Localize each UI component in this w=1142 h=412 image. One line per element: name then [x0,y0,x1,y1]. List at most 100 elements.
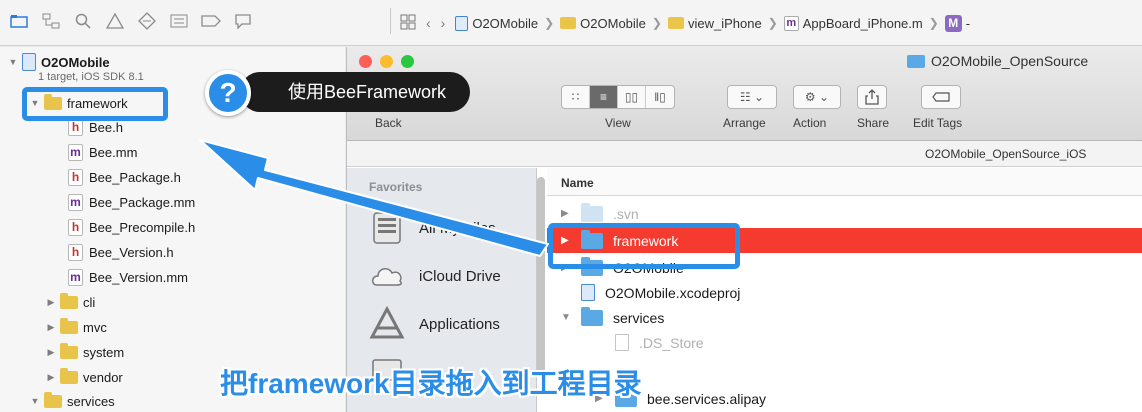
disclosure-open-icon[interactable]: ▼ [8,57,18,67]
folder-icon [581,306,603,326]
sidebar-scrollbar[interactable] [537,177,545,377]
tree-item-label: Bee_Version.mm [89,269,188,285]
disclosure-closed-icon[interactable]: ▶ [46,322,56,333]
jumpbar-item-file[interactable]: m AppBoard_iPhone.m [783,15,923,31]
close-icon[interactable] [359,55,372,68]
tree-item-file[interactable]: h Bee_Package.h [68,166,181,188]
project-name: O2OMobile [41,54,110,70]
disclosure-closed-icon[interactable]: ▶ [46,297,56,308]
disclosure-closed-icon[interactable]: ▶ [46,372,56,383]
back-label[interactable]: Back [375,116,402,130]
list-view-icon[interactable]: ≡ [590,86,618,108]
jumpbar-item-folder[interactable]: view_iPhone [667,15,762,31]
tree-item-folder[interactable]: ▶ vendor [46,366,123,388]
folder-icon [581,202,603,222]
jumpbar-label: view_iPhone [687,15,762,31]
tree-item-folder[interactable]: ▶ mvc [46,316,107,338]
project-subtitle: 1 target, iOS SDK 8.1 [38,71,144,83]
all-files-icon [373,212,401,244]
tree-item-label: Bee_Package.h [89,169,181,185]
tree-item-label: Bee_Version.h [89,244,174,260]
warning-icon[interactable] [104,10,126,32]
question-icon: ? [205,70,251,116]
tree-item-label: system [83,344,125,360]
tree-item-label: Bee_Package.mm [89,194,196,210]
finder-framework-highlight [548,223,740,269]
icon-view-icon[interactable]: ∷ [562,86,590,108]
disclosure-closed-icon[interactable]: ▶ [46,347,56,358]
column-header-name[interactable]: Name [547,168,1142,196]
navigator-selector [8,10,254,32]
tree-item-label: services [67,393,115,409]
h-file-icon: h [68,118,83,136]
jumpbar-item-project[interactable]: O2OMobile [455,15,538,31]
jumpbar-label: O2OMobile [580,15,646,31]
xcode-toolbar: ‹ › O2OMobile ❯ O2OMobile ❯ view_iPhone … [0,0,1142,46]
path-bar: O2OMobile_OpenSource_iOS [347,141,1142,167]
chevron-right-icon: ❯ [928,16,939,30]
test-icon[interactable] [136,10,158,32]
list-item[interactable]: .DS_Store [547,330,1142,355]
hierarchy-icon[interactable] [40,10,62,32]
document-icon [615,334,629,351]
view-mode-segmented[interactable]: ∷ ≡ ▯▯ ‖▯ [561,85,675,109]
jumpbar-item-group[interactable]: O2OMobile [560,16,646,31]
tree-item-file[interactable]: m Bee_Package.mm [68,191,195,213]
tree-item-file[interactable]: h Bee_Version.h [68,241,174,263]
cloud-icon [371,268,402,286]
column-view-icon[interactable]: ▯▯ [618,86,646,108]
list-item-label: services [613,309,665,326]
list-item[interactable]: O2OMobile.xcodeproj [547,280,1142,305]
tree-item-label: Bee.h [89,119,123,135]
tree-item-label: cli [83,294,96,310]
tree-item-folder[interactable]: ▶ system [46,341,124,363]
xcode-framework-highlight [22,87,168,121]
sidebar-item-icloud-drive[interactable]: iCloud Drive [369,256,501,296]
zoom-icon[interactable] [401,55,414,68]
back-chevron-icon[interactable]: ‹ [426,15,431,31]
action-button[interactable]: ⚙ ⌄ [793,85,841,109]
tree-item-file[interactable]: m Bee.mm [68,141,137,163]
folder-icon [60,342,78,359]
coverflow-view-icon[interactable]: ‖▯ [646,86,674,108]
share-button[interactable] [857,85,887,109]
list-item[interactable]: ▼ services [547,305,1142,330]
chevron-right-icon: ❯ [651,16,662,30]
disclosure-open-icon[interactable]: ▼ [561,312,571,323]
arrange-label: Arrange [723,116,766,130]
sidebar-item-all-my-files[interactable]: All My Files [369,208,496,248]
window-title: O2OMobile_OpenSource [907,53,1088,69]
disclosure-open-icon[interactable]: ▼ [30,396,40,406]
log-icon[interactable] [232,10,254,32]
project-icon [22,53,36,71]
folder-icon [44,391,62,408]
disclosure-closed-icon[interactable]: ▶ [561,208,571,219]
h-file-icon: h [68,168,83,186]
m-file-icon: m [783,15,799,31]
list-item-label: O2OMobile.xcodeproj [605,284,741,301]
debug-icon[interactable] [168,10,190,32]
sidebar-item-applications[interactable]: Applications [369,304,500,344]
tree-item-folder[interactable]: ▼ services [30,390,115,412]
favorites-heading: Favorites [369,180,423,194]
related-items-icon[interactable] [400,14,416,33]
list-item-label: .svn [613,205,639,222]
minimize-icon[interactable] [380,55,393,68]
tree-item-folder[interactable]: ▶ cli [46,291,95,313]
applications-icon [369,306,405,339]
folder-icon [60,367,78,384]
tree-item-file[interactable]: m Bee_Version.mm [68,266,188,288]
jumpbar-item-method[interactable]: M - [944,14,970,32]
m-file-icon: m [68,143,83,161]
search-icon[interactable] [72,10,94,32]
project-row[interactable]: ▼ O2OMobile [8,51,110,73]
arrange-button[interactable]: ☷ ⌄ [727,85,777,109]
folder-icon[interactable] [8,10,30,32]
edit-tags-button[interactable] [921,85,961,109]
tree-item-file[interactable]: h Bee_Precompile.h [68,216,195,238]
tutorial-caption: 把framework目录拖入到工程目录 [220,368,642,399]
breakpoint-icon[interactable] [200,10,222,32]
m-file-icon: m [68,268,83,286]
tree-item-label: vendor [83,369,123,385]
forward-chevron-icon[interactable]: › [441,15,446,31]
